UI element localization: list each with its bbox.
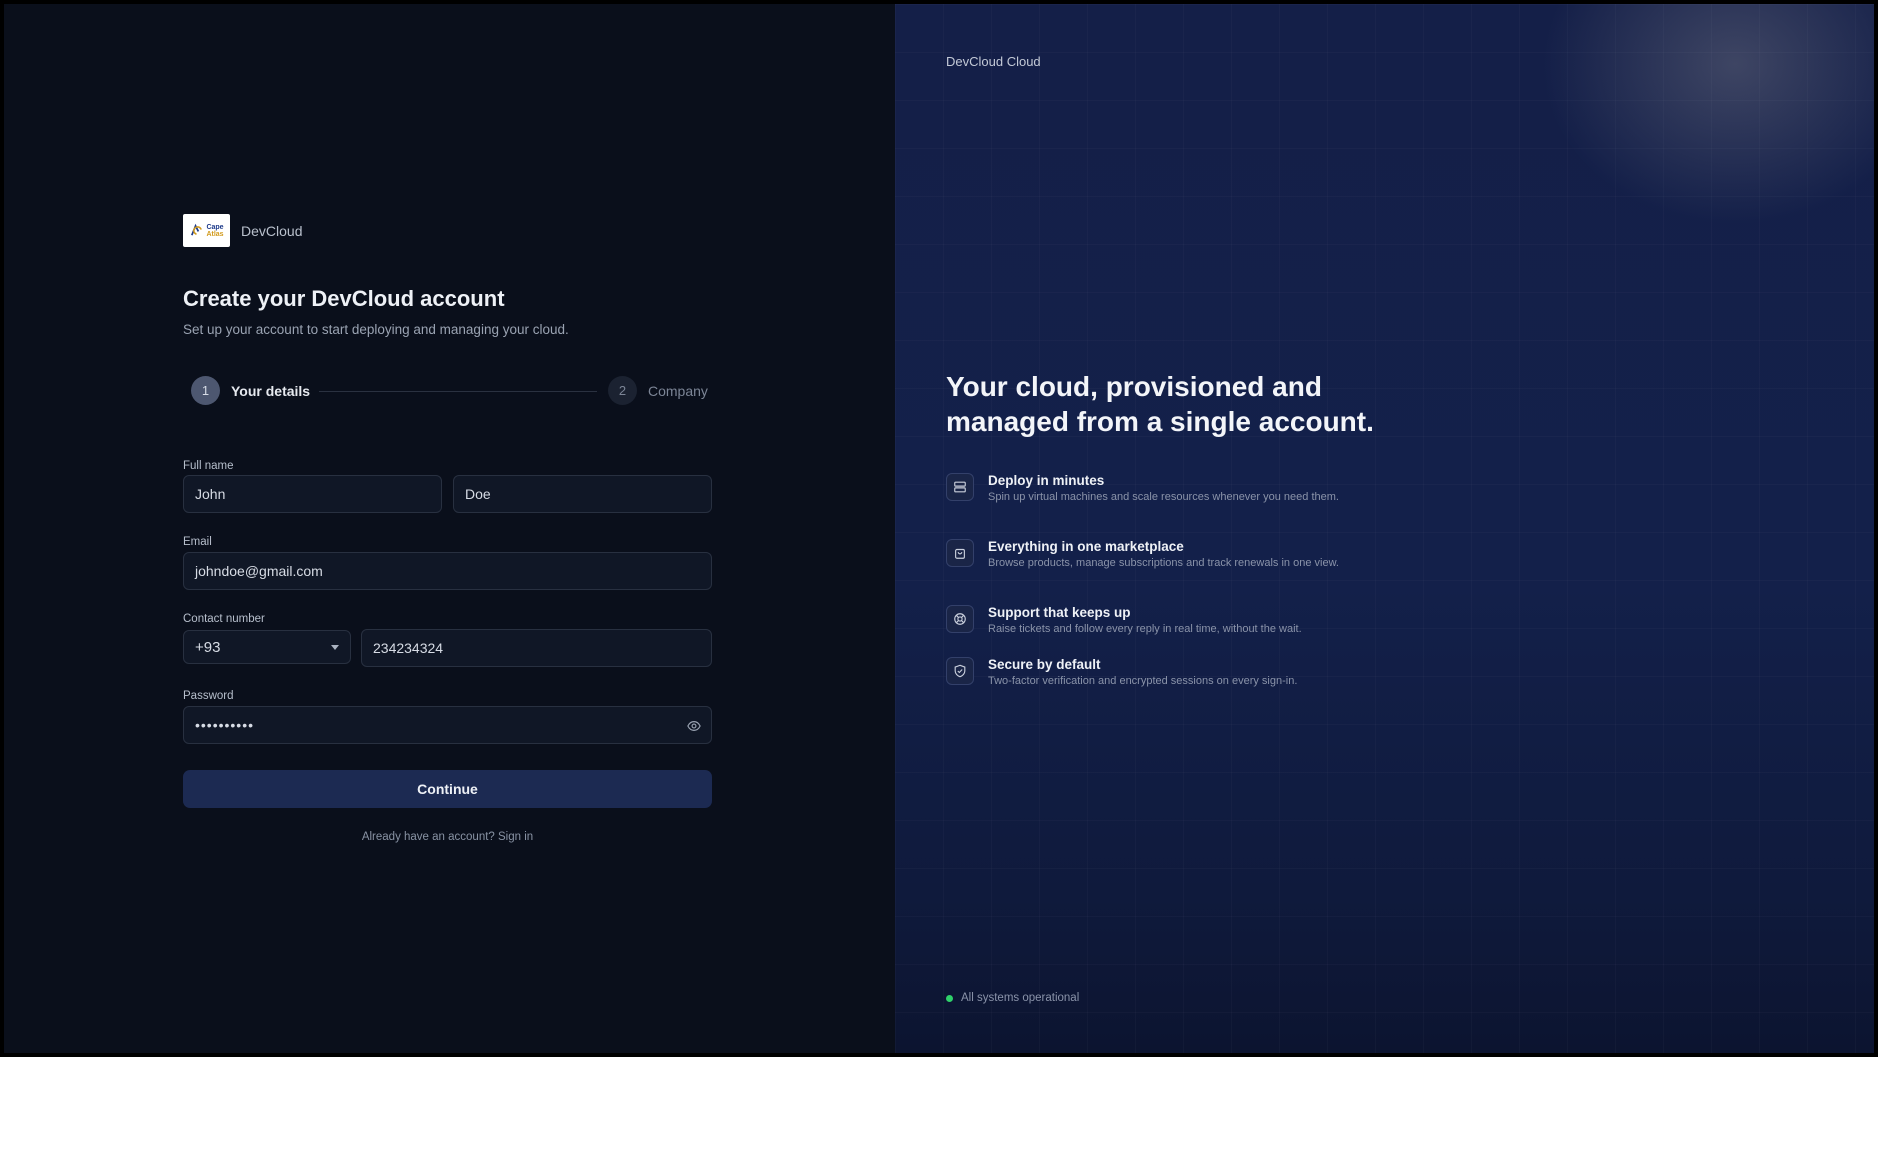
feature-item: Secure by default Two-factor verificatio…	[946, 657, 1348, 688]
grid-background	[895, 4, 1874, 1053]
app-window: Cape Atlas DevCloud Create your DevCloud…	[0, 0, 1878, 1057]
continue-button[interactable]: Continue	[183, 770, 712, 808]
page-title: Create your DevCloud account	[183, 286, 505, 311]
contact-number-label: Contact number	[183, 613, 265, 625]
logo-text-top: Cape	[206, 223, 224, 231]
chevron-down-icon	[331, 644, 339, 650]
feature-item: Deploy in minutes Spin up virtual machin…	[946, 473, 1348, 504]
step-label: Company	[648, 382, 708, 399]
status-dot-icon	[946, 994, 953, 1002]
feature-item: Support that keeps up Raise tickets and …	[946, 605, 1348, 636]
brand-logo: Cape Atlas	[183, 214, 230, 247]
hero-panel: DevCloud Cloud Your cloud, provisioned a…	[895, 4, 1874, 1053]
step-your-details[interactable]: 1 Your details	[191, 376, 310, 405]
feature-title: Support that keeps up	[988, 605, 1131, 620]
password-label: Password	[183, 690, 234, 702]
feature-desc: Spin up virtual machines and scale resou…	[988, 491, 1339, 503]
brand: Cape Atlas DevCloud	[183, 214, 302, 247]
password-input[interactable]: ••••••••••	[183, 706, 712, 744]
full-name-label: Full name	[183, 460, 234, 472]
stepper: 1 Your details 2 Company	[191, 376, 711, 406]
sign-in-link[interactable]: Already have an account? Sign in	[183, 831, 712, 843]
feature-desc: Browse products, manage subscriptions an…	[988, 557, 1339, 569]
shield-check-icon	[954, 664, 966, 678]
hero-brand: DevCloud Cloud	[946, 54, 1041, 69]
lifebuoy-icon	[954, 613, 966, 625]
step-number: 1	[191, 376, 220, 405]
brand-name: DevCloud	[241, 222, 303, 239]
first-name-input[interactable]: John	[183, 475, 442, 513]
country-code-select[interactable]: +93	[183, 630, 351, 664]
step-company[interactable]: 2 Company	[608, 376, 708, 405]
step-number: 2	[608, 376, 637, 405]
system-status: All systems operational	[946, 992, 1079, 1004]
logo-mark-icon	[191, 223, 203, 236]
password-mask: ••••••••••	[195, 717, 255, 733]
server-icon	[954, 481, 966, 493]
feature-title: Deploy in minutes	[988, 473, 1105, 488]
feature-desc: Raise tickets and follow every reply in …	[988, 623, 1302, 635]
page-subtitle: Set up your account to start deploying a…	[183, 322, 569, 337]
bag-icon	[955, 548, 965, 559]
signup-panel: Cape Atlas DevCloud Create your DevCloud…	[4, 4, 895, 1053]
hero-headline: Your cloud, provisioned and managed from…	[946, 371, 1374, 437]
logo-text-bottom: Atlas	[206, 230, 224, 238]
feature-title: Everything in one marketplace	[988, 539, 1184, 554]
feature-item: Everything in one marketplace Browse pro…	[946, 539, 1348, 570]
email-input[interactable]: johndoe@gmail.com	[183, 552, 712, 590]
status-text: All systems operational	[961, 992, 1080, 1004]
feature-title: Secure by default	[988, 657, 1101, 672]
step-label: Your details	[231, 382, 311, 399]
last-name-input[interactable]: Doe	[453, 475, 712, 513]
step-connector	[319, 391, 597, 392]
phone-input[interactable]: 234234324	[361, 629, 712, 667]
country-code-value: +93	[195, 638, 221, 656]
email-label: Email	[183, 536, 212, 548]
feature-desc: Two-factor verification and encrypted se…	[988, 675, 1298, 687]
eye-icon[interactable]	[687, 719, 701, 733]
